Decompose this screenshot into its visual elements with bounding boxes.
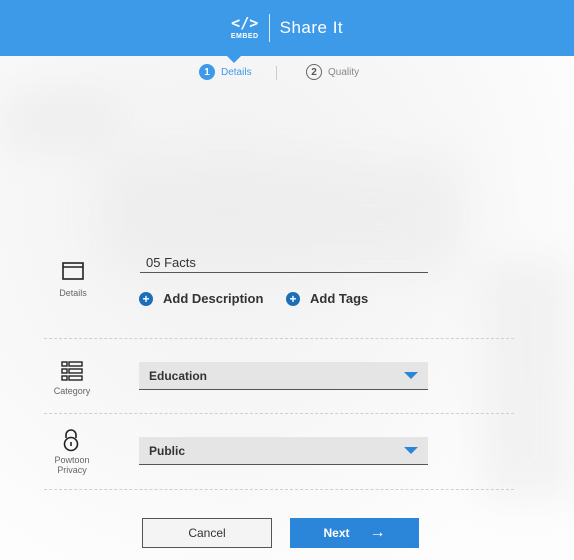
code-icon: </> bbox=[231, 14, 259, 32]
caret-down-icon bbox=[404, 447, 418, 454]
background-blur-shape bbox=[0, 90, 120, 150]
step-number-badge: 2 bbox=[306, 64, 322, 80]
next-label: Next bbox=[323, 526, 350, 540]
lock-icon bbox=[62, 428, 80, 457]
plus-circle-icon: + bbox=[139, 291, 153, 306]
privacy-select[interactable]: Public bbox=[139, 437, 428, 465]
caret-down-icon bbox=[404, 372, 418, 379]
privacy-label-line2: Privacy bbox=[57, 465, 87, 475]
section-divider bbox=[44, 413, 514, 414]
next-button[interactable]: Next → bbox=[290, 518, 419, 548]
category-selected-value: Education bbox=[149, 368, 208, 383]
section-divider bbox=[44, 489, 514, 490]
add-tags-label: Add Tags bbox=[310, 291, 369, 306]
step-number-badge: 1 bbox=[199, 64, 215, 80]
add-description-label: Add Description bbox=[163, 291, 264, 306]
category-select[interactable]: Education bbox=[139, 362, 428, 390]
step-separator bbox=[276, 66, 277, 80]
plus-circle-icon: + bbox=[286, 291, 300, 306]
header-divider bbox=[268, 14, 270, 42]
step-label: Details bbox=[221, 66, 252, 78]
step-details[interactable]: 1 Details bbox=[199, 64, 252, 80]
active-step-indicator bbox=[227, 56, 241, 63]
step-quality[interactable]: 2 Quality bbox=[306, 64, 359, 80]
privacy-label-line1: Powtoon bbox=[54, 455, 90, 465]
privacy-label: Powtoon Privacy bbox=[37, 455, 107, 475]
step-label: Quality bbox=[328, 66, 360, 78]
category-label: Category bbox=[53, 386, 91, 396]
embed-logo: </> EMBED bbox=[230, 14, 259, 41]
cancel-label: Cancel bbox=[188, 526, 226, 540]
dialog-header: </> EMBED Share It bbox=[0, 0, 574, 56]
details-label: Details bbox=[59, 288, 87, 298]
add-tags-button[interactable]: + Add Tags bbox=[286, 291, 368, 306]
cancel-button[interactable]: Cancel bbox=[142, 518, 272, 548]
title-input[interactable] bbox=[140, 253, 428, 273]
section-divider bbox=[44, 338, 514, 339]
details-icon bbox=[62, 262, 84, 285]
embed-logo-text: EMBED bbox=[230, 33, 259, 40]
dialog-title: Share It bbox=[279, 18, 344, 37]
privacy-selected-value: Public bbox=[149, 443, 186, 458]
add-description-button[interactable]: + Add Description bbox=[139, 291, 263, 306]
step-progress: 1 Details 2 Quality bbox=[0, 64, 574, 84]
arrow-right-icon: → bbox=[369, 524, 386, 541]
list-icon bbox=[61, 361, 83, 386]
background-blur-shape bbox=[480, 260, 574, 500]
